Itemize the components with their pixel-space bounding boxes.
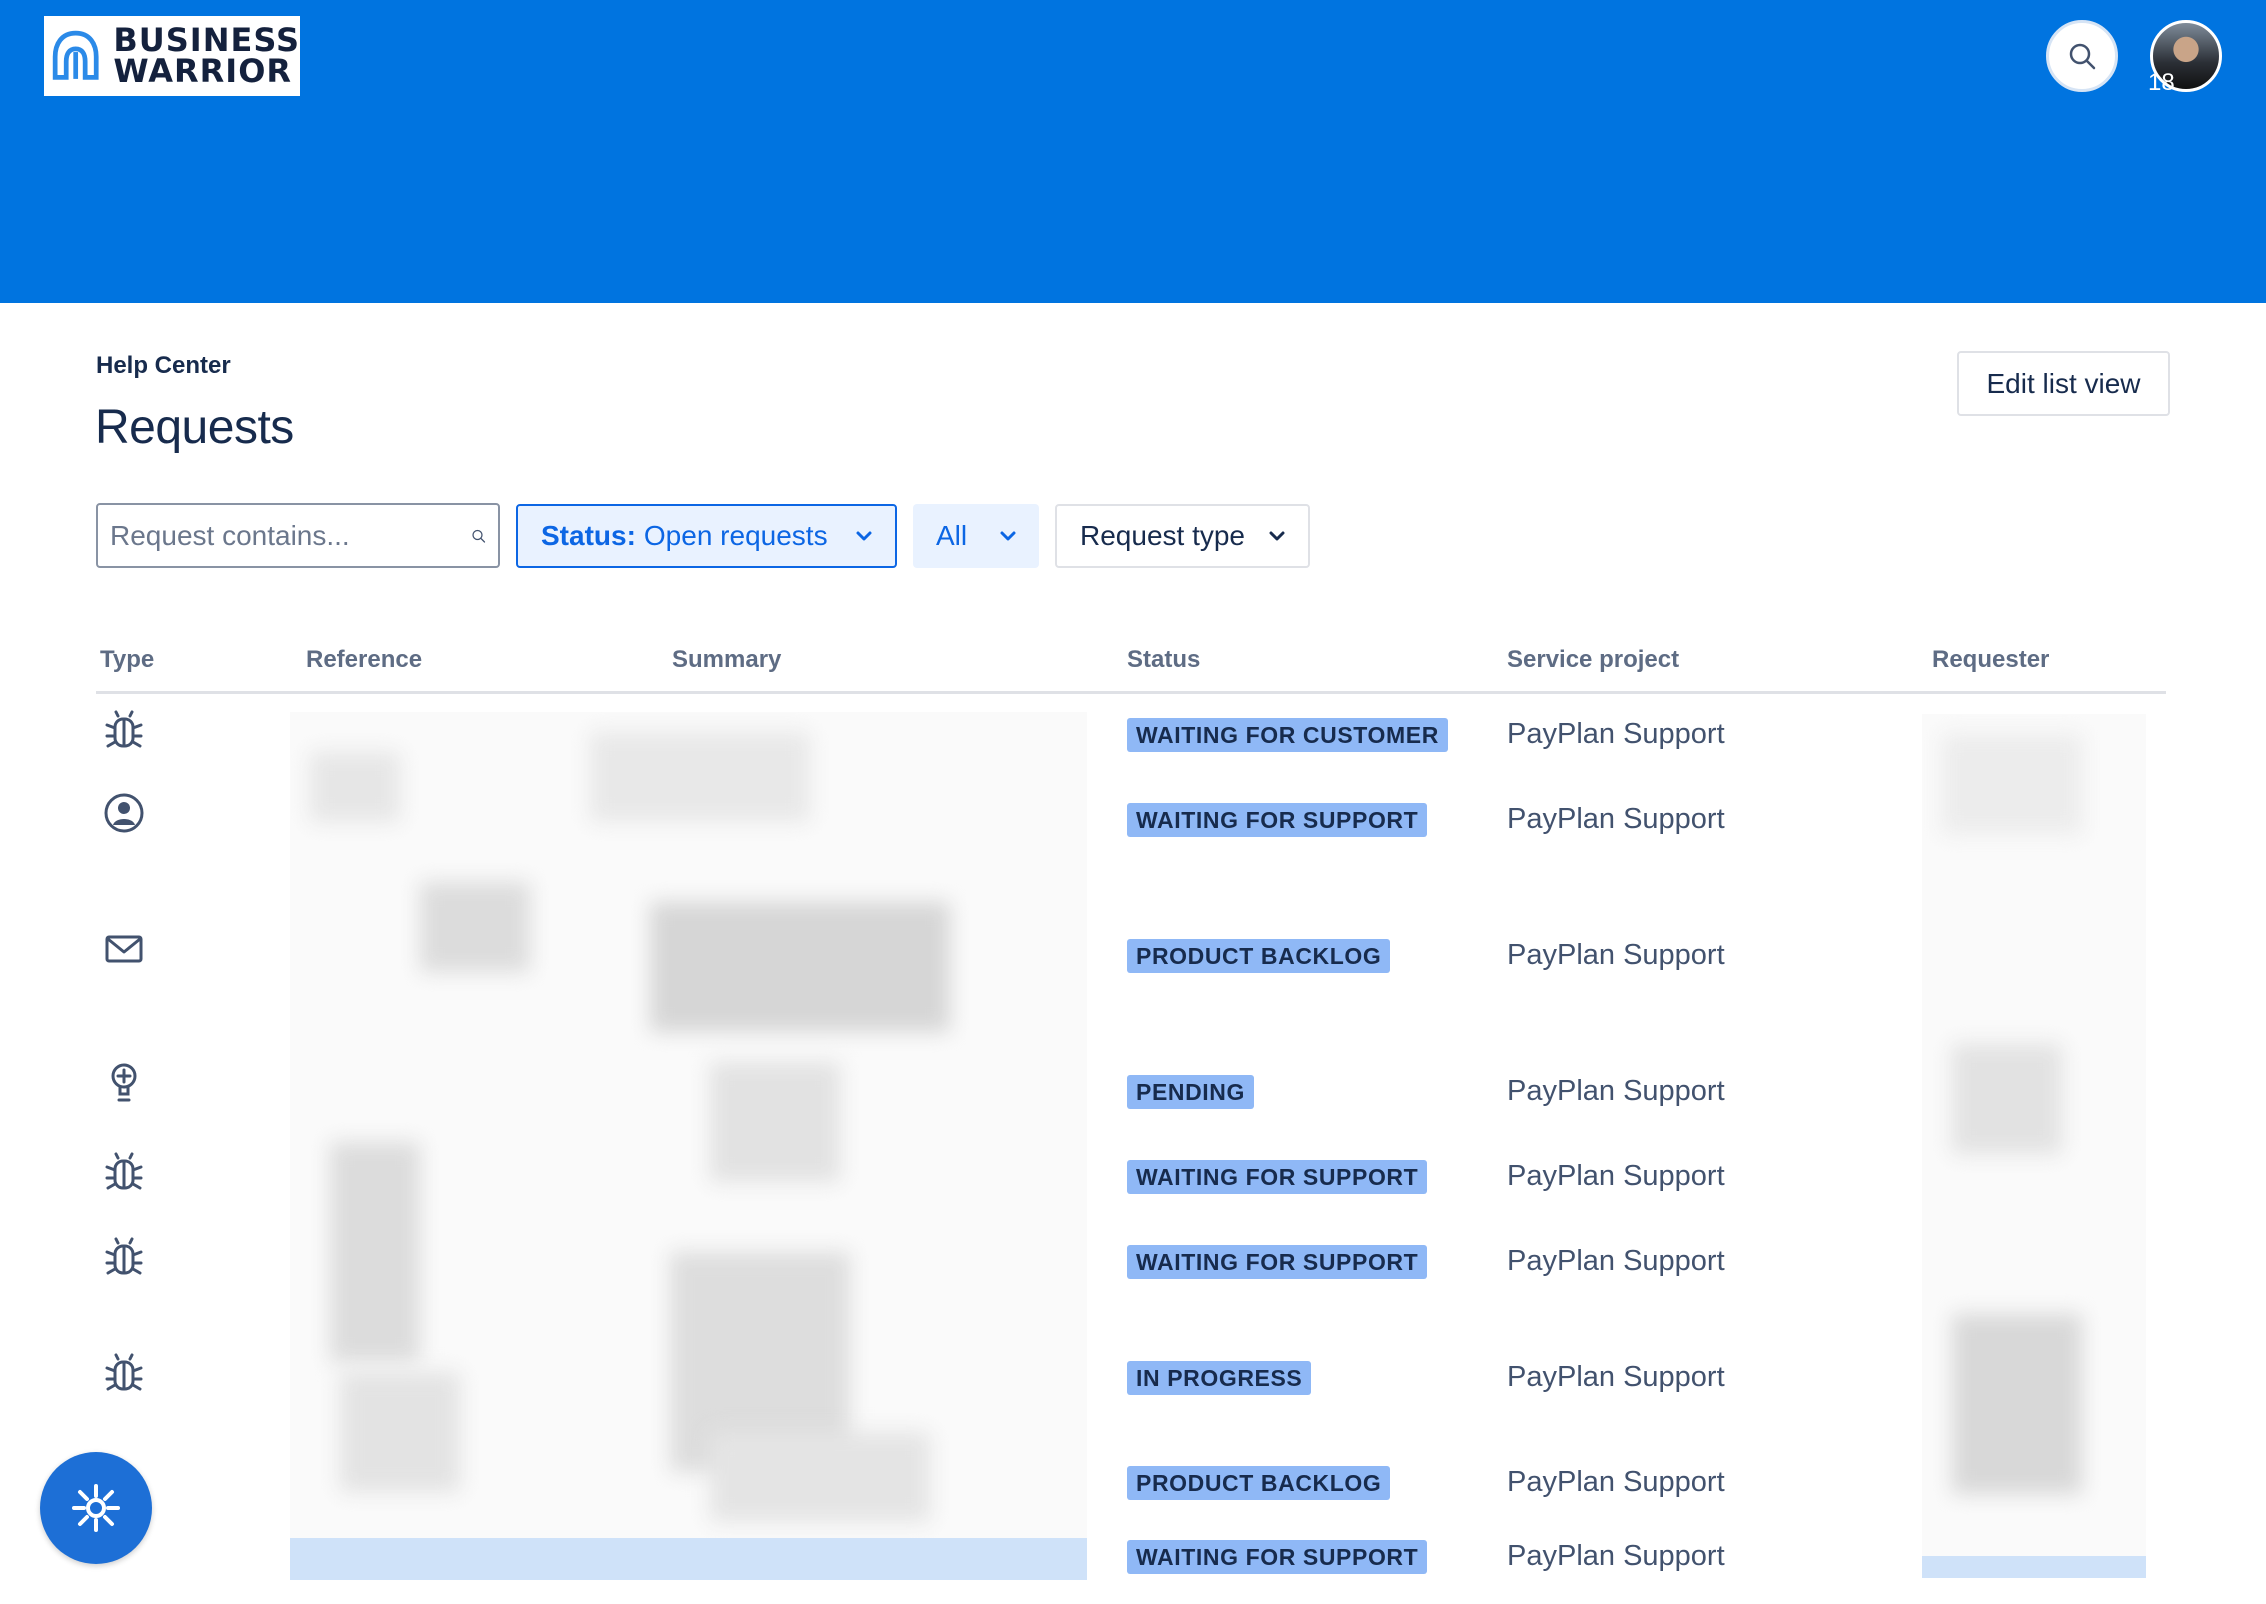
service-project: PayPlan Support	[1507, 1245, 1725, 1277]
status-filter-value: Open requests	[643, 520, 828, 551]
top-header: BUSINESS WARRIOR 18	[0, 0, 2266, 303]
chevron-down-icon	[999, 526, 1019, 546]
search-icon	[472, 529, 486, 543]
status-lozenge: WAITING FOR SUPPORT	[1127, 1160, 1428, 1194]
request-search-input[interactable]	[110, 519, 471, 552]
notification-count: 18	[2148, 69, 2175, 96]
service-project: PayPlan Support	[1507, 1160, 1725, 1192]
bug-icon	[105, 710, 143, 748]
service-project: PayPlan Support	[1507, 939, 1725, 971]
column-header-service-project[interactable]: Service project	[1507, 646, 1679, 674]
column-header-summary[interactable]: Summary	[672, 646, 781, 674]
lightbulb-icon	[111, 1063, 137, 1102]
status-lozenge: WAITING FOR SUPPORT	[1127, 1540, 1428, 1574]
column-header-status[interactable]: Status	[1127, 646, 1200, 674]
service-project: PayPlan Support	[1507, 803, 1725, 835]
bug-icon	[105, 1152, 143, 1190]
asterisk-gear-icon	[72, 1484, 120, 1532]
column-header-requester[interactable]: Requester	[1932, 646, 2049, 674]
bug-icon	[105, 1237, 143, 1275]
helmet-logo-icon	[52, 30, 99, 80]
status-lozenge: WAITING FOR SUPPORT	[1127, 803, 1428, 837]
all-filter-dropdown[interactable]: All	[913, 504, 1039, 568]
logo-wordmark: BUSINESS WARRIOR	[113, 21, 300, 90]
column-header-type[interactable]: Type	[100, 646, 154, 674]
request-type-filter-dropdown[interactable]: Request type	[1055, 504, 1310, 568]
service-project: PayPlan Support	[1507, 1466, 1725, 1498]
redacted-reference-summary-area	[290, 712, 1087, 1580]
status-lozenge: PRODUCT BACKLOG	[1127, 939, 1391, 973]
status-lozenge: PRODUCT BACKLOG	[1127, 1466, 1391, 1500]
floating-help-button[interactable]	[40, 1452, 152, 1564]
all-filter-label: All	[936, 520, 968, 551]
request-search-field[interactable]	[96, 503, 500, 568]
chevron-down-icon	[1268, 526, 1288, 546]
header-search-button[interactable]	[2046, 20, 2118, 92]
page-title: Requests	[95, 401, 294, 454]
column-header-reference[interactable]: Reference	[306, 646, 422, 674]
redacted-requester-area	[1922, 714, 2146, 1578]
search-icon	[2069, 43, 2096, 70]
edit-list-view-button[interactable]: Edit list view	[1957, 351, 2170, 416]
service-project: PayPlan Support	[1507, 1075, 1725, 1107]
service-project: PayPlan Support	[1507, 1361, 1725, 1393]
request-type-filter-label: Request type	[1080, 520, 1245, 551]
chevron-down-icon	[855, 526, 875, 546]
status-filter-label: Status:	[541, 520, 636, 551]
business-warrior-logo[interactable]: BUSINESS WARRIOR	[44, 16, 300, 96]
envelope-icon	[105, 935, 143, 963]
table-header-divider	[96, 691, 2166, 694]
status-lozenge: WAITING FOR SUPPORT	[1127, 1245, 1428, 1279]
status-lozenge: IN PROGRESS	[1127, 1361, 1312, 1395]
bug-icon	[105, 1353, 143, 1391]
service-project: PayPlan Support	[1507, 718, 1725, 750]
status-lozenge: PENDING	[1127, 1075, 1254, 1109]
status-lozenge: WAITING FOR CUSTOMER	[1127, 718, 1448, 752]
user-circle-icon	[104, 793, 144, 833]
breadcrumb-help-center[interactable]: Help Center	[96, 352, 231, 380]
service-project: PayPlan Support	[1507, 1540, 1725, 1572]
status-filter-dropdown[interactable]: Status: Open requests	[516, 504, 897, 568]
